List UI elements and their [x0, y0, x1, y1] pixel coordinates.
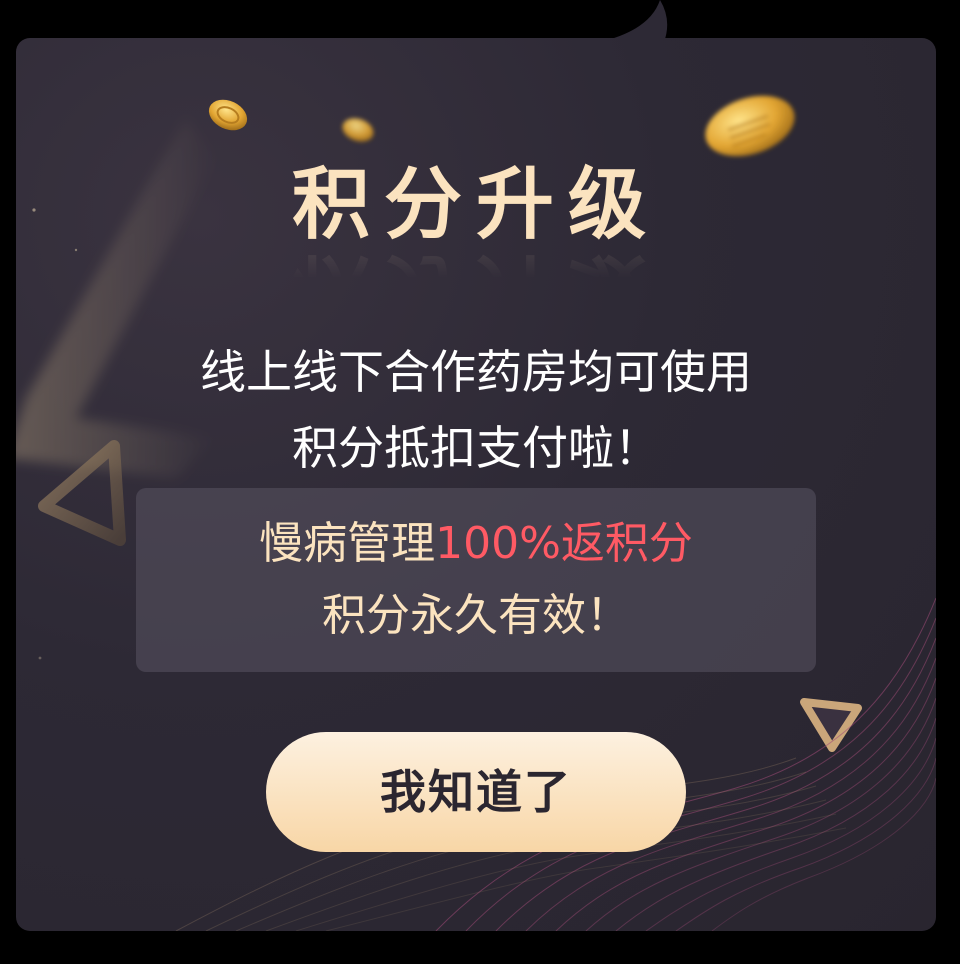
info-line-1: 慢病管理100%返积分 [136, 516, 816, 572]
subtitle-line: 线上线下合作药房均可使用 [200, 345, 752, 399]
gold-coin-icon [342, 118, 374, 142]
confirm-button[interactable]: 我知道了 [266, 732, 686, 852]
gold-coin-icon [208, 99, 248, 131]
info-prefix: 慢病管理 [259, 518, 436, 569]
dialog-title-reflection: 积分升级 [291, 244, 660, 328]
info-box: 慢病管理100%返积分 积分永久有效！ [136, 488, 816, 672]
dialog-subtitle: 线上线下合作药房均可使用 积分抵扣支付啦！ [16, 334, 936, 486]
triangle-icon [800, 698, 862, 752]
dialog-title: 积分升级 [291, 160, 660, 250]
subtitle-line: 积分抵扣支付啦！ [292, 421, 660, 475]
gold-coin-icon [705, 95, 795, 157]
popup-overlay: 积分升级 积分升级 线上线下合作药房均可使用 积分抵扣支付啦！ 慢病管理100%… [0, 0, 960, 964]
info-highlight: 100%返积分 [435, 518, 693, 569]
info-line-2: 积分永久有效！ [322, 590, 630, 641]
dialog-card: 积分升级 积分升级 线上线下合作药房均可使用 积分抵扣支付啦！ 慢病管理100%… [16, 38, 936, 931]
